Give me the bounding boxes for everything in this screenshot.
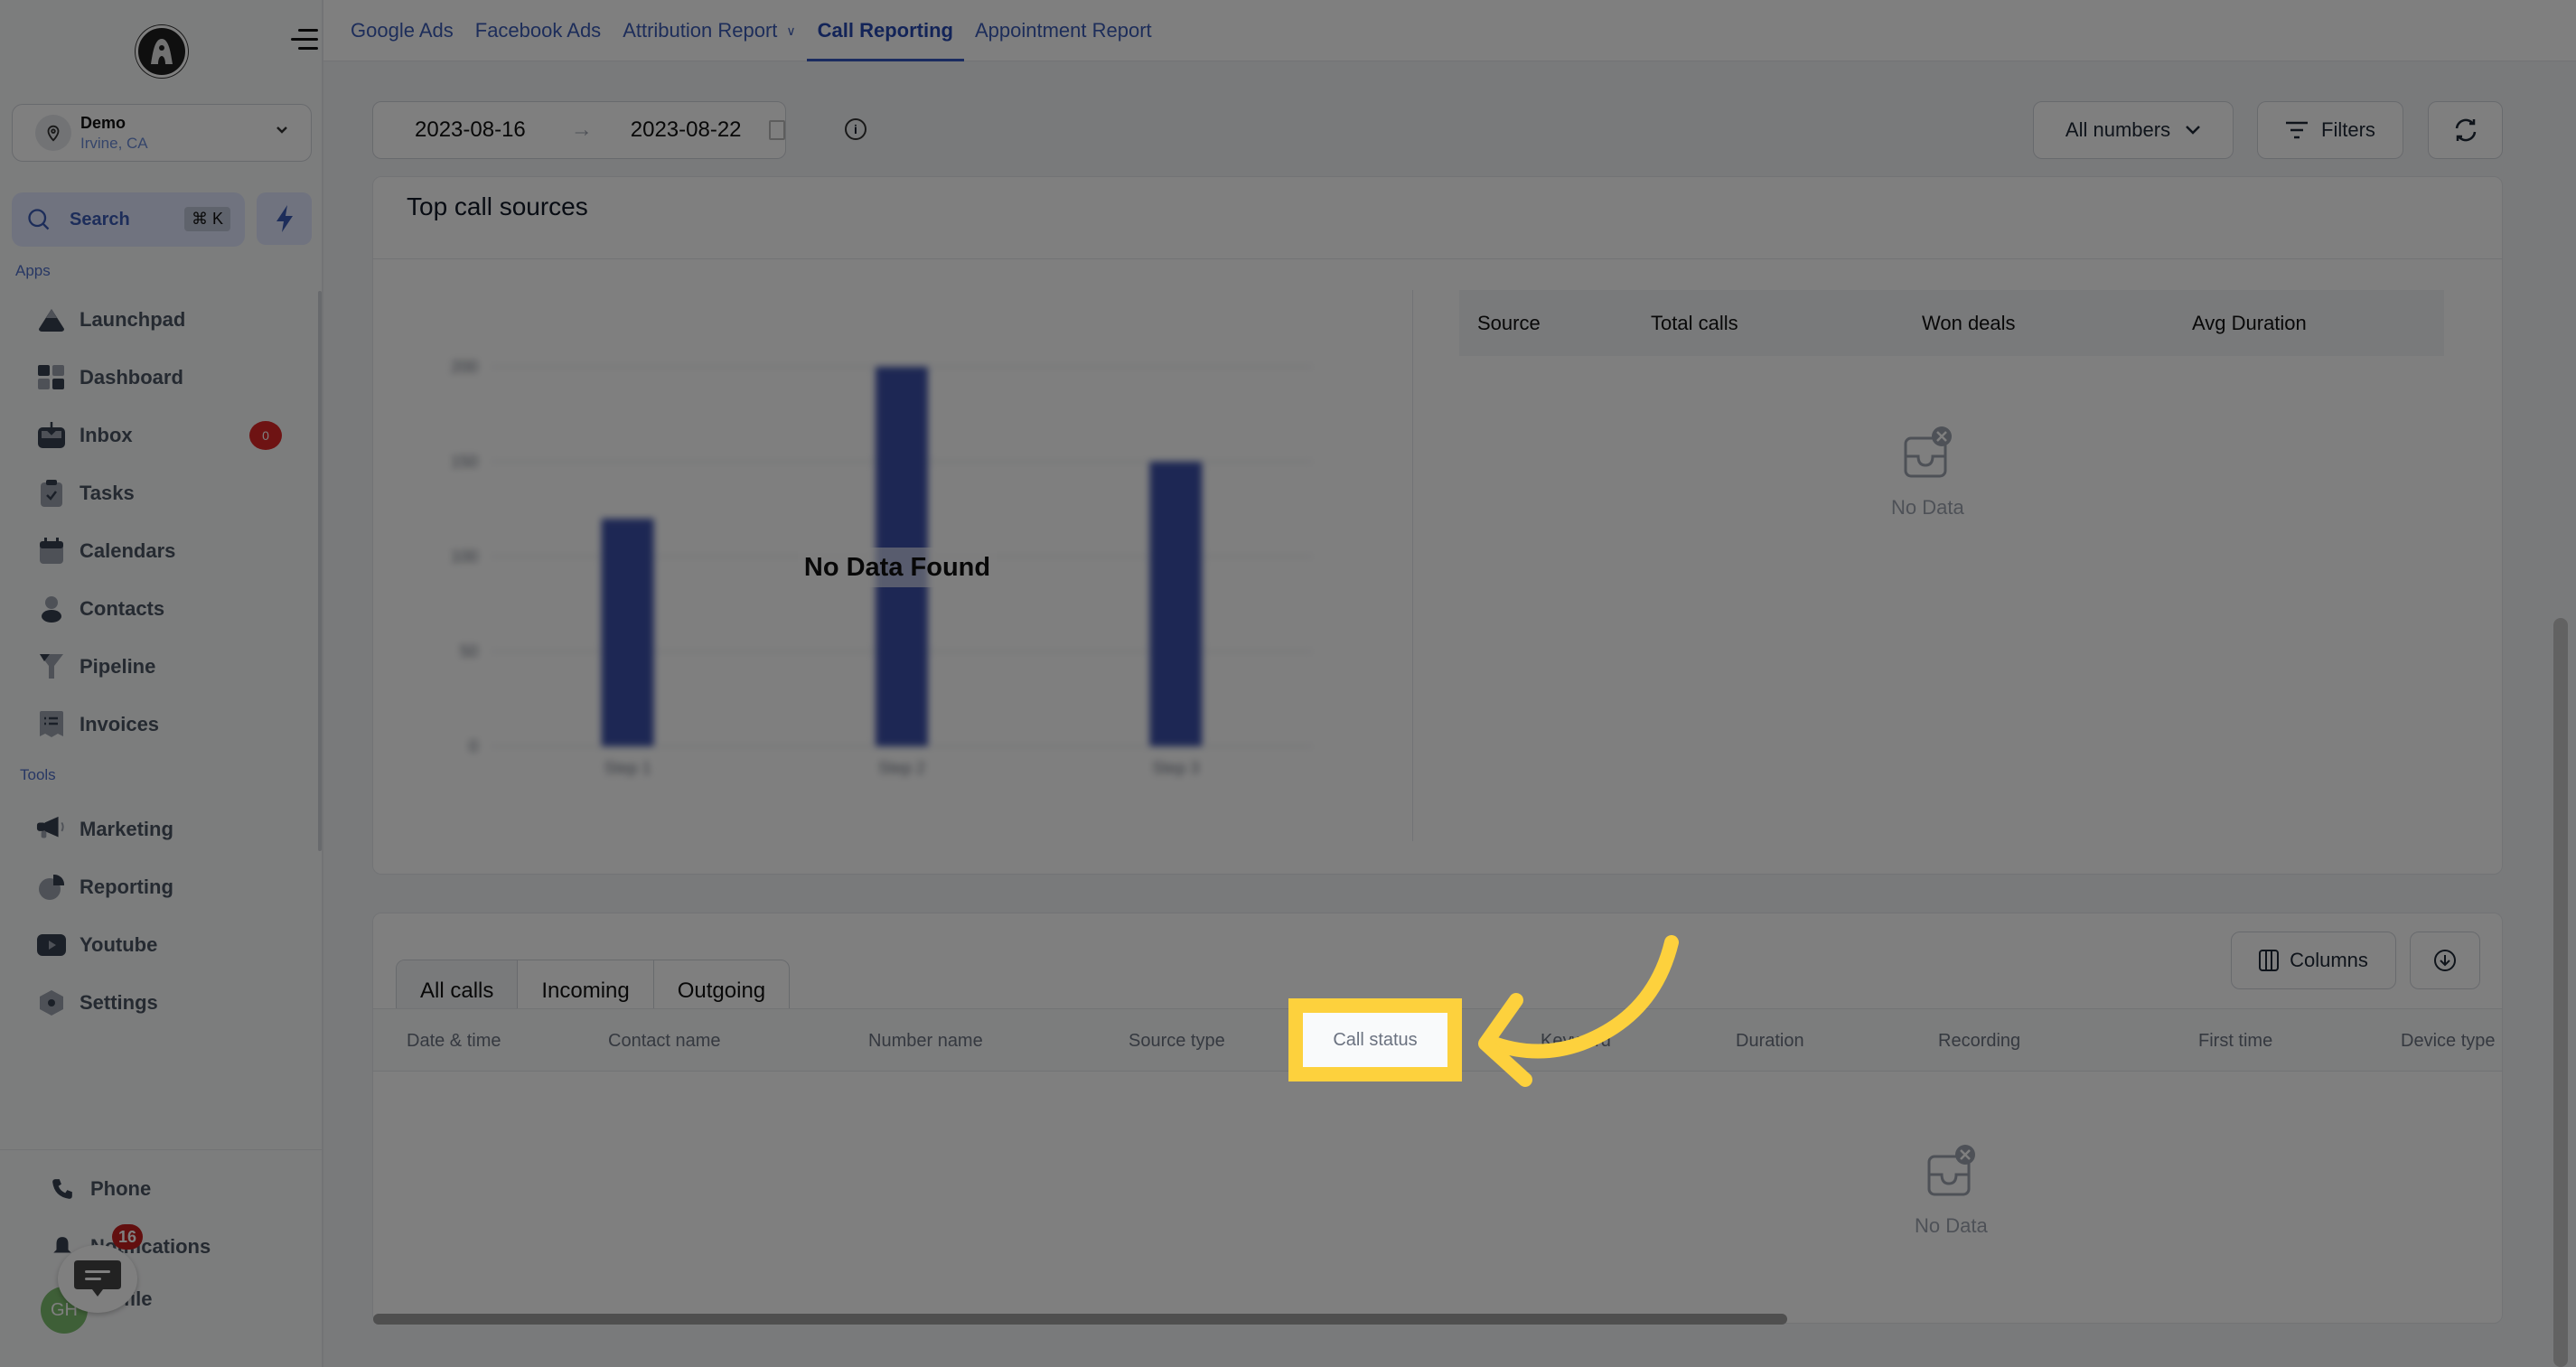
- tutorial-dim-overlay: [0, 0, 2576, 1367]
- annotation-arrow-icon: [1478, 935, 1679, 1087]
- highlighted-column-header[interactable]: Call status: [1303, 1013, 1447, 1067]
- call-status-highlight[interactable]: Call status: [1288, 998, 1462, 1081]
